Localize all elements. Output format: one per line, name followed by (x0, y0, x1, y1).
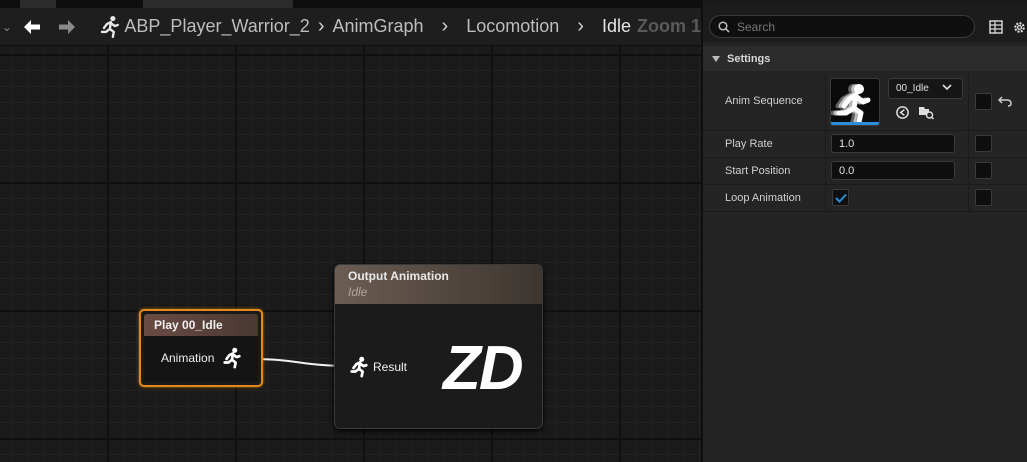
property-label: Start Position (725, 165, 791, 177)
gear-icon[interactable] (1011, 19, 1027, 35)
node-title: Play 00_Idle (144, 314, 258, 336)
column-divider (825, 131, 826, 157)
checkmark-icon (834, 193, 847, 203)
search-box[interactable] (709, 15, 975, 38)
output-pin-label: Animation (161, 351, 215, 365)
reset-checkbox[interactable] (975, 162, 992, 179)
section-title: Settings (727, 52, 771, 65)
search-row (703, 6, 1027, 42)
property-label: Loop Animation (725, 192, 801, 204)
asset-name: 00_Idle (896, 83, 929, 94)
node-title: Output Animation (348, 269, 449, 283)
property-row-play-rate: Play Rate 1.0 (703, 131, 1027, 158)
output-animation-node[interactable]: Output Animation Idle Result ZD (334, 264, 543, 429)
caret-down-icon (712, 55, 720, 62)
column-divider (825, 72, 826, 130)
column-divider (968, 185, 969, 211)
input-pin-label: Result (373, 360, 408, 374)
anim-sequence-thumbnail[interactable] (830, 78, 880, 126)
property-label: Anim Sequence (725, 95, 803, 107)
column-divider (825, 158, 826, 184)
reset-checkbox[interactable] (975, 135, 992, 152)
browse-asset-icon[interactable] (918, 104, 934, 120)
asset-type-color-bar (831, 122, 879, 125)
reset-to-default-icon[interactable] (997, 93, 1013, 109)
settings-section-header[interactable]: Settings (703, 46, 1027, 71)
running-man-icon (831, 84, 871, 125)
table-view-icon[interactable] (988, 19, 1004, 35)
search-icon (718, 20, 730, 33)
property-row-start-position: Start Position 0.0 (703, 158, 1027, 185)
play-animation-node[interactable]: Play 00_Idle Animation (139, 309, 263, 387)
column-divider (968, 158, 969, 184)
chevron-down-icon (942, 84, 952, 91)
column-divider (968, 131, 969, 157)
zd-logo: ZD (443, 334, 524, 403)
asset-picker-dropdown[interactable]: 00_Idle (888, 78, 963, 99)
start-position-field[interactable]: 0.0 (831, 161, 955, 180)
property-label: Play Rate (725, 138, 773, 150)
property-row-loop-animation: Loop Animation (703, 185, 1027, 212)
reset-checkbox[interactable] (975, 93, 992, 110)
reset-checkbox[interactable] (975, 189, 992, 206)
animation-pin[interactable] (222, 346, 242, 370)
search-input[interactable] (737, 19, 957, 34)
column-divider (968, 72, 969, 130)
anim-graph-canvas[interactable]: ⌄ ABP_Player_Warrior_2 › AnimGraph › Loc… (0, 0, 701, 462)
column-divider (825, 185, 826, 211)
running-man-pin-icon (223, 347, 242, 369)
running-man-pin-icon (350, 356, 368, 378)
loop-animation-checkbox[interactable] (832, 189, 849, 206)
play-rate-field[interactable]: 1.0 (831, 134, 955, 153)
details-panel: Settings Anim Sequence 00_Idle (701, 0, 1027, 462)
use-selected-asset-icon[interactable] (894, 104, 910, 120)
node-subtitle: Idle (348, 285, 368, 299)
result-pin[interactable] (349, 355, 369, 379)
